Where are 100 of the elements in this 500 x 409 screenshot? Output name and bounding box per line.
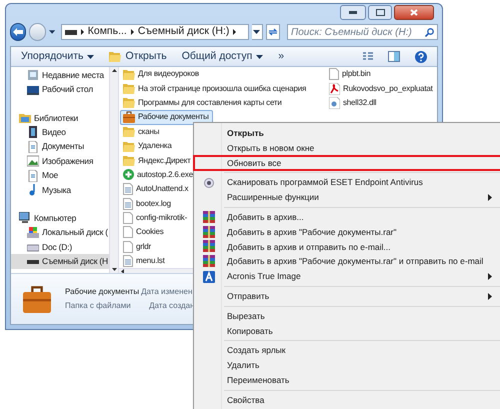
file-icon xyxy=(123,226,133,238)
search-icon xyxy=(424,28,434,36)
maximize-button[interactable] xyxy=(368,5,392,20)
toolbar-button[interactable]: Общий доступ xyxy=(182,48,264,64)
file-item[interactable]: На этой странице произошла ошибка сценария xyxy=(120,81,310,96)
file-icon xyxy=(123,212,133,224)
file-item[interactable]: Cookies xyxy=(120,225,168,240)
menu-item[interactable]: Добавить в архив "Рабочие документы.rar" и отправить по e-mail xyxy=(196,254,500,270)
nav-item[interactable]: Изображения xyxy=(11,154,109,168)
menu-item[interactable]: Обновить все xyxy=(194,156,500,170)
file-item[interactable]: bootex.log xyxy=(120,196,175,211)
history-dropdown[interactable] xyxy=(252,24,263,40)
details-type: Папка с файлами xyxy=(65,300,132,312)
nav-item[interactable]: Недавние места xyxy=(11,68,109,82)
recent-places-icon xyxy=(27,69,39,82)
books-icon xyxy=(203,255,215,268)
breadcrumb[interactable]: Съемный диск (H:) xyxy=(138,24,230,40)
file-item[interactable]: shell32.dll xyxy=(326,96,380,110)
file-item[interactable]: Яндекс.Директ xyxy=(120,153,195,168)
document-icon xyxy=(27,140,39,153)
nav-item[interactable]: Компьютер xyxy=(11,211,109,226)
file-item[interactable]: Удаленка xyxy=(120,138,176,154)
menu-item[interactable]: Удалить xyxy=(196,358,500,373)
books-icon xyxy=(203,226,215,239)
nav-item[interactable]: Локальный диск ( xyxy=(11,226,109,240)
back-arrow-icon xyxy=(13,28,24,36)
menu-item[interactable]: Добавить в архив "Рабочие документы.rar" xyxy=(196,224,500,240)
text-file-icon xyxy=(123,198,133,210)
menu-item[interactable]: Свойства xyxy=(196,392,500,408)
nav-item[interactable]: Съемный диск (H xyxy=(11,254,109,269)
menu-item[interactable]: Сканировать программой ESET Endpoint Antivirus xyxy=(196,175,500,190)
file-item[interactable]: Для видеоуроков xyxy=(120,67,203,82)
library-icon xyxy=(19,112,31,124)
file-item[interactable]: autostop.2.6.exe xyxy=(120,168,197,182)
drive-icon xyxy=(27,226,39,239)
file-icon xyxy=(329,68,339,80)
menu-item[interactable]: Добавить в архив и отправить по e-mail... xyxy=(196,240,500,254)
menu-item[interactable]: Открыть xyxy=(196,126,500,141)
address-bar[interactable]: Компь... Съемный диск (H:) xyxy=(60,24,249,40)
toolbar-button[interactable]: Упорядочить xyxy=(21,48,94,64)
breadcrumb[interactable]: Компь... xyxy=(88,24,127,40)
search-field[interactable]: Поиск: Съемный диск (H:) xyxy=(286,24,438,40)
menu-item[interactable]: Переименовать xyxy=(196,372,500,388)
minimize-button[interactable] xyxy=(340,5,366,20)
details-title: Рабочие документы xyxy=(65,286,140,298)
nav-item[interactable]: Документы xyxy=(11,140,109,154)
toolbar-button[interactable]: Открыть xyxy=(109,48,167,64)
file-item[interactable]: Рабочие документы xyxy=(120,110,213,125)
nav-item[interactable]: Рабочий стол xyxy=(11,82,109,97)
caret-icon xyxy=(48,30,55,34)
back-button[interactable] xyxy=(10,23,26,41)
file-item[interactable]: сканы xyxy=(120,124,164,139)
scroll-up-icon xyxy=(112,69,116,72)
menu-item[interactable]: Добавить в архив... xyxy=(196,210,500,225)
menu-item[interactable]: Открыть в новом окне xyxy=(196,140,500,156)
briefcase-icon xyxy=(23,285,51,313)
file-item[interactable]: config-mikrotik- xyxy=(120,210,192,226)
picture-icon xyxy=(27,155,39,168)
submenu-arrow-icon xyxy=(488,292,492,300)
menu-item[interactable]: Расширенные функции xyxy=(196,190,500,205)
breadcrumb-arrow-icon xyxy=(80,29,84,35)
menu-item[interactable]: Вырезать xyxy=(196,308,500,324)
file-item[interactable]: AutoUnattend.x xyxy=(120,182,192,197)
drive-icon xyxy=(64,30,77,34)
nav-item[interactable]: Библиотеки xyxy=(11,110,109,126)
folder-icon xyxy=(123,68,135,80)
books-icon xyxy=(203,210,215,224)
nav-item[interactable]: Мое xyxy=(11,168,109,183)
file-icon xyxy=(123,240,133,253)
menu-item[interactable]: Создать ярлык xyxy=(196,343,500,358)
text-file-icon xyxy=(123,255,133,268)
desktop-icon xyxy=(27,84,39,96)
film-icon xyxy=(27,126,39,138)
toolbar-button[interactable]: » xyxy=(278,48,284,64)
scrollbar[interactable] xyxy=(109,67,119,273)
nav-item[interactable]: Doc (D:) xyxy=(11,240,109,254)
breadcrumb-arrow-icon xyxy=(233,29,236,35)
text-file-icon xyxy=(123,183,133,196)
refresh-button[interactable] xyxy=(266,24,280,40)
folder-icon xyxy=(109,51,122,62)
help-icon xyxy=(415,50,427,62)
file-item[interactable]: Rukovodsvo_po_expluatat xyxy=(326,81,437,96)
menu-item[interactable]: Acronis True Image xyxy=(196,269,500,284)
submenu-arrow-icon xyxy=(488,273,492,280)
scroll-left-icon xyxy=(121,269,124,274)
folder-icon xyxy=(123,155,135,166)
menu-item[interactable]: Копировать xyxy=(196,324,500,338)
file-item[interactable]: grldr xyxy=(120,240,156,254)
menu-item[interactable]: Отправить xyxy=(196,288,500,304)
file-item[interactable]: Программы для составления карты сети xyxy=(120,96,286,110)
nav-item[interactable]: Музыка xyxy=(11,182,109,198)
view-icon xyxy=(363,52,373,61)
submenu-arrow-icon xyxy=(488,194,492,202)
nav-item[interactable]: Видео xyxy=(11,125,109,140)
minimize-icon xyxy=(349,11,357,14)
maximize-icon xyxy=(376,9,384,16)
file-item[interactable]: plpbt.bin xyxy=(326,67,374,82)
close-button[interactable] xyxy=(394,5,434,20)
file-item[interactable]: menu.lst xyxy=(120,254,169,268)
caret-icon xyxy=(253,30,260,34)
